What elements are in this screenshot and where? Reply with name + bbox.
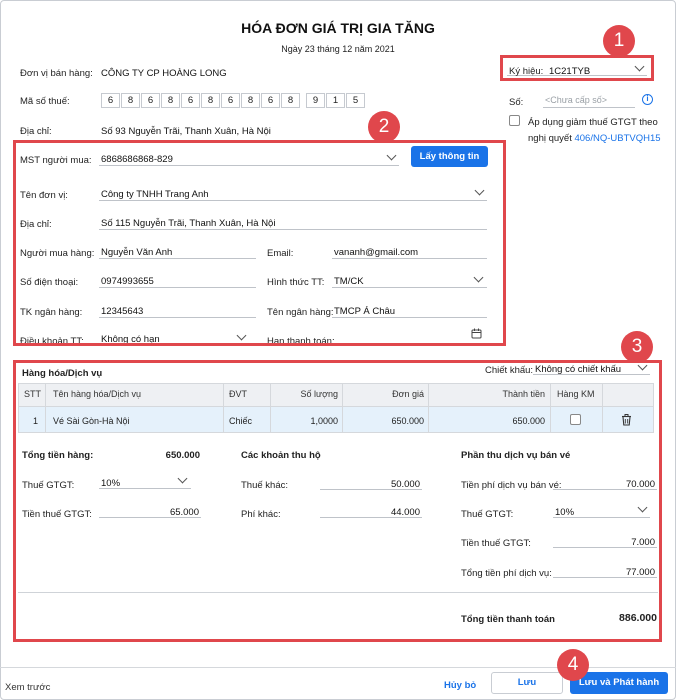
apply-tax-reduction-label: Áp dụng giảm thuế GTGT theo [528,117,658,128]
step-badge-3: 3 [621,331,653,363]
seller-name-label: Đơn vị bán hàng: [20,68,93,79]
tax-digit-box: 6 [221,93,240,108]
tax-digit-box: 8 [201,93,220,108]
step-badge-2: 2 [368,111,400,143]
highlight-box-3 [13,360,662,642]
info-icon[interactable]: i [642,94,653,105]
seller-address: Số 93 Nguyễn Trãi, Thanh Xuân, Hà Nội [101,126,271,137]
step-badge-1: 1 [603,25,635,57]
tax-digit-box: 6 [141,93,160,108]
seller-name: CÔNG TY CP HOÀNG LONG [101,68,227,79]
tax-digit-box: 6 [101,93,120,108]
save-button[interactable]: Lưu [491,672,563,694]
tax-digit-box: 6 [261,93,280,108]
apply-tax-reduction-label-2: nghị quyết 406/NQ-UBTVQH15 [528,133,661,144]
tax-digit-box: 9 [306,93,325,108]
seller-address-label: Địa chỉ: [20,126,52,137]
cancel-button[interactable]: Hủy bỏ [444,680,476,691]
invoice-number-label: Số: [509,97,524,108]
tax-digit-box: 8 [241,93,260,108]
tax-digit-box: 5 [346,93,365,108]
apply-tax-reduction-text: nghị quyết [528,133,572,144]
tax-digit-box: 8 [281,93,300,108]
tax-digit-box: 1 [326,93,345,108]
invoice-number-placeholder: <Chưa cấp số> [545,95,608,105]
highlight-box-2 [13,140,506,346]
tax-digit-box: 6 [181,93,200,108]
highlight-box-1 [500,55,654,81]
seller-tax-label: Mã số thuế: [20,96,70,107]
tax-digit-box: 8 [161,93,180,108]
invoice-date: Ngày 23 tháng 12 năm 2021 [281,44,395,54]
tax-digit-box: 8 [121,93,140,108]
invoice-title: HÓA ĐƠN GIÁ TRỊ GIA TĂNG [241,20,435,36]
invoice-number-field[interactable]: <Chưa cấp số> [543,94,635,108]
step-badge-4: 4 [557,649,589,681]
resolution-link[interactable]: 406/NQ-UBTVQH15 [574,133,660,144]
apply-tax-reduction-checkbox[interactable] [509,115,520,126]
preview-link[interactable]: Xem trước [5,682,50,693]
